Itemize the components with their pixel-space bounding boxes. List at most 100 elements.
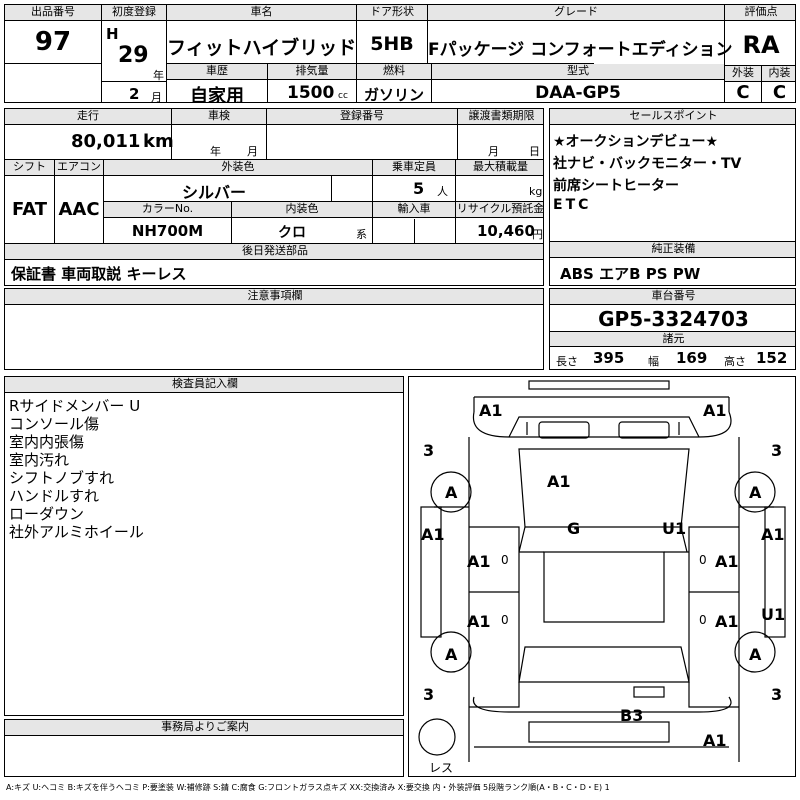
- capacity-label: 乗車定員: [373, 160, 455, 176]
- recycle-unit: 円: [532, 228, 543, 241]
- later-parts-label: 後日発送部品: [5, 244, 543, 260]
- mileage: 80,011: [71, 131, 141, 152]
- mark-tire-rl: 3: [423, 685, 435, 704]
- selling-point-item: 前席シートヒーター: [553, 178, 679, 194]
- displacement-label: 排気量: [268, 64, 356, 80]
- genuine-value: ABS エアB PS PW: [560, 265, 701, 283]
- capacity: 5: [413, 179, 425, 198]
- mark-rear-lid: B3: [620, 706, 644, 725]
- shift: FAT: [11, 199, 48, 220]
- car-name-label: 車名: [167, 5, 356, 21]
- selling-points: セールスポイント ★オークションデビュー★ 社ナビ・バックモニター・TV 前席シ…: [549, 108, 796, 242]
- height-label: 高さ: [724, 355, 746, 368]
- mileage-label: 走行: [5, 109, 171, 125]
- selling-point-item: 社ナビ・バックモニター・TV: [553, 156, 742, 172]
- shift-label: シフト: [5, 160, 54, 176]
- selling-point-item: ETC: [553, 197, 592, 213]
- transfer-month-unit: 月: [488, 145, 499, 158]
- mark-tire-rr: 3: [771, 685, 783, 704]
- score: RA: [742, 31, 780, 59]
- first-reg-month: 2: [129, 85, 140, 103]
- length-label: 長さ: [556, 355, 578, 368]
- specs-label: 諸元: [550, 331, 795, 347]
- mark-door-fl: A1: [467, 552, 491, 571]
- mark-fender-fr: A1: [761, 525, 785, 544]
- history-label: 車歴: [167, 64, 267, 80]
- details-table: 走行 80,011 km 車検 年 月 登録番号 譲渡書類期限 月 日 シフト …: [4, 108, 544, 286]
- inspector-box: 検査員記入欄 Rサイドメンバー U コンソール傷 室内内張傷 室内汚れ シフトノ…: [4, 376, 404, 716]
- mark-tire-fr: 3: [771, 441, 783, 460]
- month-unit: 月: [151, 91, 162, 103]
- transfer-label: 譲渡書類期限: [458, 109, 543, 125]
- score-label: 評価点: [725, 5, 795, 21]
- mark-wheel-rr: A: [749, 645, 762, 664]
- color-no-label: カラーNo.: [104, 202, 231, 218]
- inspection-month-unit: 月: [247, 145, 258, 158]
- dash-mark: 0: [699, 553, 707, 567]
- lot-no-label: 出品番号: [5, 5, 101, 21]
- legend: A:キズ U:ヘコミ B:キズを伴うヘコミ P:要塗装 W:補修跡 S:錆 C:…: [6, 783, 610, 792]
- fuel: ガソリン: [363, 86, 424, 103]
- color: シルバー: [181, 183, 246, 202]
- width: 169: [676, 349, 708, 367]
- later-parts: 保証書 車両取説 キーレス: [11, 265, 187, 283]
- notes-box: 注意事項欄: [4, 288, 544, 370]
- genuine-equipment: 純正装備 ABS エアB PS PW: [549, 241, 796, 286]
- era: H: [106, 25, 119, 43]
- chassis-number: GP5-3324703: [598, 307, 749, 331]
- color-no: NH700M: [131, 222, 204, 240]
- genuine-label: 純正装備: [550, 242, 795, 258]
- office-label: 事務局よりご案内: [5, 720, 403, 736]
- grade-label: グレード: [428, 5, 724, 21]
- mark-fender-fl: A1: [421, 525, 445, 544]
- car-diagram: A1 A1 A1 G U1 A1 A1 A1 A1 A1 A1 U1 A A A…: [408, 376, 796, 777]
- recycle-label: リサイクル預託金: [456, 202, 543, 218]
- mark-wheel-fr: A: [749, 483, 762, 502]
- mark-door-rl: A1: [467, 612, 491, 631]
- interior-color-label: 内装色: [232, 202, 372, 218]
- capacity-unit: 人: [437, 185, 448, 198]
- mark-pillar-right: U1: [662, 519, 687, 538]
- history: 自家用: [190, 86, 244, 103]
- mark-door-rr: A1: [715, 612, 739, 631]
- mark-quarter-rr: U1: [761, 605, 786, 624]
- model-label: 型式: [432, 64, 724, 80]
- mark-rear-bumper: A1: [703, 731, 727, 750]
- height: 152: [756, 349, 788, 367]
- mark-wheel-rl: A: [445, 645, 458, 664]
- dash-mark: 0: [501, 553, 509, 567]
- inspector-label: 検査員記入欄: [5, 377, 403, 393]
- exterior-label: 外装: [725, 66, 761, 82]
- selling-points-label: セールスポイント: [550, 109, 795, 125]
- inspection-label: 車検: [172, 109, 266, 125]
- width-label: 幅: [648, 355, 659, 368]
- displacement: 1500: [287, 83, 335, 103]
- displacement-unit: cc: [338, 91, 348, 101]
- lot-no: 97: [34, 27, 72, 57]
- mark-front-right: A1: [703, 401, 727, 420]
- mark-roof: G: [567, 519, 581, 538]
- mark-front-left: A1: [479, 401, 503, 420]
- dash-mark: 0: [699, 613, 707, 627]
- car-name: フィットハイブリッド: [167, 37, 357, 59]
- transfer-day-unit: 日: [529, 145, 540, 158]
- door-label: ドア形状: [357, 5, 427, 21]
- exterior-score: C: [736, 82, 750, 103]
- length: 395: [593, 349, 625, 367]
- header-table: 出品番号 97 初度登録 H 29 年 2 月 車名 フィットハイブリッド 車歴…: [4, 4, 796, 103]
- interior-label: 内装: [762, 66, 795, 82]
- selling-point-item: ★オークションデビュー★: [553, 134, 719, 150]
- model: DAA-GP5: [535, 83, 621, 103]
- office-box: 事務局よりご案内: [4, 719, 404, 777]
- inspection-year-unit: 年: [210, 145, 221, 158]
- fuel-label: 燃料: [357, 64, 431, 80]
- mark-hood: A1: [547, 472, 571, 491]
- mark-door-fr: A1: [715, 552, 739, 571]
- mileage-unit: km: [143, 131, 174, 152]
- chassis-box: 車台番号 GP5-3324703 諸元 長さ 395 幅 169 高さ 152: [549, 288, 796, 370]
- reg-no-label: 登録番号: [267, 109, 457, 125]
- interior-color-unit: 系: [356, 228, 367, 241]
- inspector-line: 社外アルミホイール: [9, 523, 144, 541]
- spare-mark: レス: [429, 761, 454, 775]
- first-reg-label: 初度登録: [102, 5, 166, 21]
